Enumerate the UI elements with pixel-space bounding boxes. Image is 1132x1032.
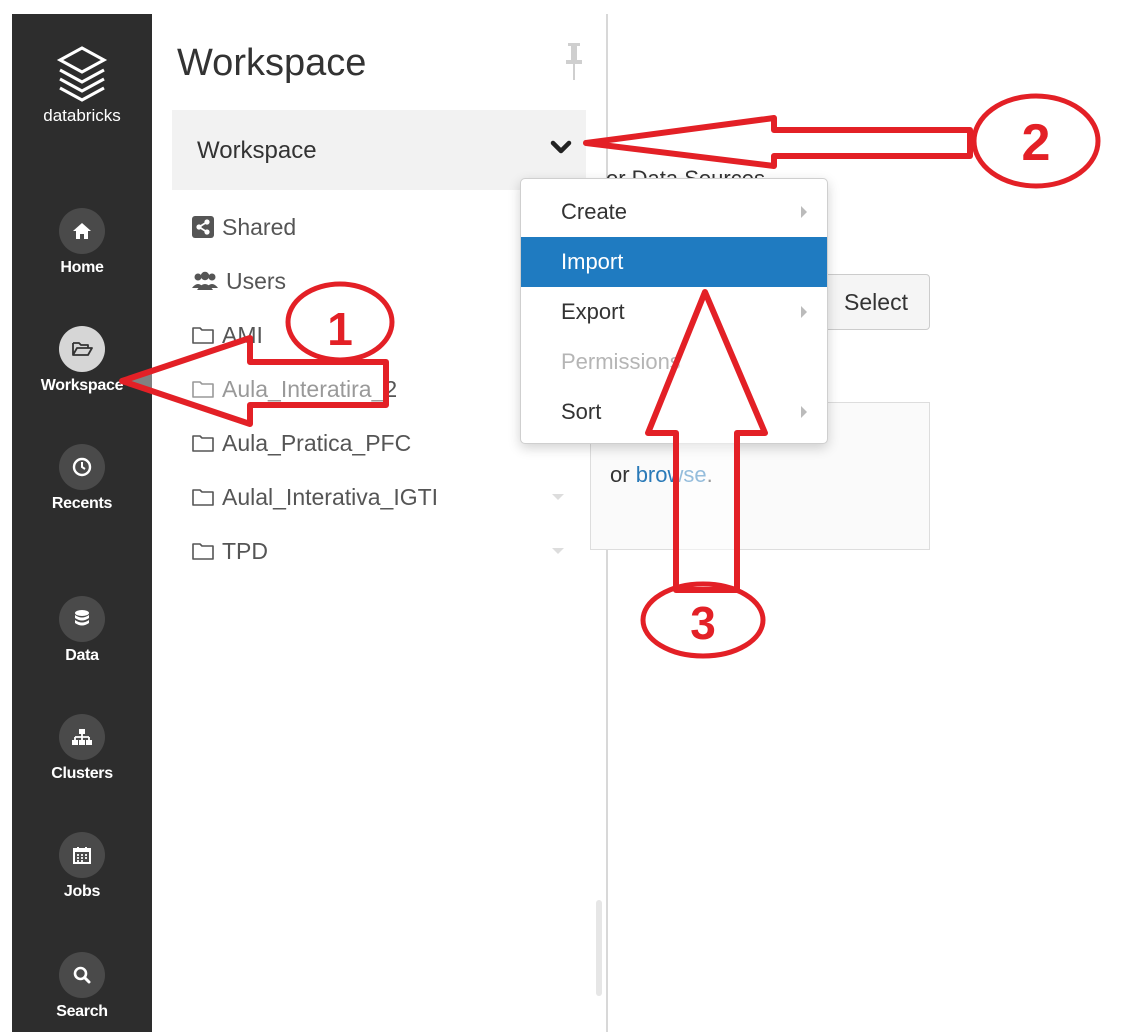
- nav-label-recents: Recents: [51, 495, 113, 512]
- tree-item-label: Users: [226, 267, 287, 294]
- menu-item-sort[interactable]: Sort: [521, 387, 827, 437]
- submenu-arrow-icon: [801, 406, 807, 418]
- browse-link[interactable]: browse: [636, 462, 707, 487]
- nav-circle-recents: [59, 444, 105, 490]
- nav-item-search[interactable]: Search: [12, 952, 152, 1021]
- chevron-down-icon[interactable]: [550, 140, 572, 156]
- drop-zone-text: or browse.: [610, 462, 713, 488]
- brand-label: databricks: [43, 106, 121, 125]
- nav-circle-home: [59, 208, 105, 254]
- left-nav-rail: databricks Home Workspace Recents Data C…: [12, 14, 152, 1032]
- nav-label-clusters: Clusters: [51, 765, 113, 782]
- select-file-button[interactable]: Select: [822, 274, 930, 330]
- nav-item-home[interactable]: Home: [12, 208, 152, 277]
- tree-item-label: Aula_Pratica_PFC: [222, 429, 412, 456]
- tree-item-folder[interactable]: TPD: [192, 524, 592, 578]
- folder-icon: [192, 435, 214, 452]
- top-band: [0, 0, 1132, 14]
- nav-circle-search: [59, 952, 105, 998]
- annotation-circle-2: [971, 93, 1101, 189]
- clock-icon: [72, 457, 92, 477]
- folder-icon: [192, 327, 214, 344]
- nav-item-data[interactable]: Data: [12, 596, 152, 665]
- share-icon: [192, 216, 214, 238]
- annotation-arrow-2: [583, 115, 973, 169]
- menu-item-label: Sort: [561, 399, 602, 424]
- pin-icon[interactable]: [564, 42, 584, 82]
- folder-open-icon: [72, 342, 93, 356]
- sitemap-icon: [72, 729, 92, 745]
- calendar-icon: [73, 847, 91, 864]
- menu-item-label: Create: [561, 199, 628, 224]
- nav-circle-workspace: [59, 326, 105, 372]
- databricks-layers-icon: [56, 46, 108, 102]
- tree-item-label: Aulal_Interativa_IGTI: [222, 483, 439, 510]
- menu-item-label: Export: [561, 299, 625, 324]
- workspace-header-label: Workspace: [197, 137, 317, 164]
- nav-label-workspace: Workspace: [40, 377, 124, 394]
- nav-item-clusters[interactable]: Clusters: [12, 714, 152, 783]
- nav-circle-jobs: [59, 832, 105, 878]
- tree-item-label: AMI: [222, 321, 263, 348]
- panel-scrollbar[interactable]: [596, 900, 602, 996]
- folder-icon: [192, 543, 214, 560]
- nav-label-home: Home: [60, 259, 104, 276]
- menu-item-import[interactable]: Import: [521, 237, 827, 287]
- home-icon: [73, 223, 91, 239]
- database-icon: [75, 610, 89, 626]
- search-icon: [73, 966, 91, 984]
- drop-suffix: .: [706, 462, 713, 487]
- folder-icon: [192, 381, 214, 398]
- workspace-context-menu: Create Import Export Permissions Sort: [520, 178, 828, 444]
- submenu-arrow-icon: [801, 206, 807, 218]
- databricks-logo[interactable]: databricks: [12, 44, 152, 126]
- nav-label-search: Search: [56, 1003, 108, 1020]
- caret-down-icon[interactable]: [552, 494, 564, 500]
- folder-icon: [192, 489, 214, 506]
- nav-circle-data: [59, 596, 105, 642]
- menu-item-permissions: Permissions: [521, 337, 827, 387]
- tree-item-folder[interactable]: Aulal_Interativa_IGTI: [192, 470, 592, 524]
- tree-item-label: TPD: [222, 537, 268, 564]
- nav-item-workspace[interactable]: Workspace: [12, 326, 152, 395]
- nav-label-jobs: Jobs: [63, 883, 101, 900]
- nav-item-jobs[interactable]: Jobs: [12, 832, 152, 901]
- tree-item-label: Shared: [222, 213, 297, 240]
- caret-down-icon[interactable]: [552, 548, 564, 554]
- users-icon: [192, 271, 218, 290]
- annotation-number-2: 2: [1022, 114, 1051, 172]
- menu-item-label: Permissions: [561, 349, 681, 374]
- submenu-arrow-icon: [801, 306, 807, 318]
- menu-item-export[interactable]: Export: [521, 287, 827, 337]
- panel-title: Workspace: [177, 42, 367, 84]
- menu-item-create[interactable]: Create: [521, 187, 827, 237]
- nav-label-data: Data: [65, 647, 99, 664]
- nav-item-recents[interactable]: Recents: [12, 444, 152, 513]
- tree-item-label: Aula_Interatira_2: [222, 375, 398, 402]
- annotation-circle-3: [640, 581, 766, 659]
- drop-prefix: or: [610, 462, 636, 487]
- menu-item-label: Import: [561, 249, 624, 274]
- workspace-panel: Workspace Workspace Shared Users AMI Aul…: [152, 14, 608, 1032]
- nav-circle-clusters: [59, 714, 105, 760]
- annotation-number-3: 3: [690, 597, 716, 649]
